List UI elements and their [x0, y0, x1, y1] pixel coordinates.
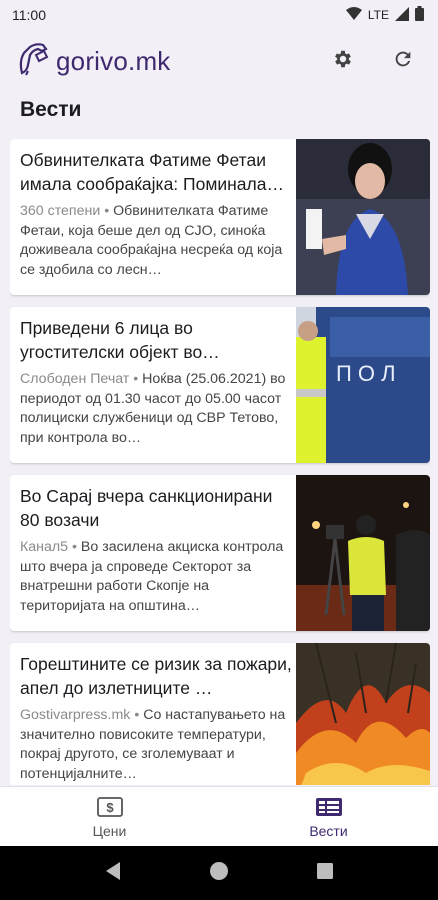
news-card-separator: • [100, 203, 114, 219]
system-navigation-bar [0, 846, 438, 900]
news-card-thumbnail [296, 475, 430, 631]
news-card-separator: • [129, 371, 143, 387]
network-type: LTE [367, 8, 389, 22]
refresh-button[interactable] [390, 48, 416, 74]
news-card[interactable]: Горештините се ризик за пожари, апел до … [10, 643, 430, 785]
app-bar-actions [330, 48, 424, 74]
status-icons: LTE [345, 6, 424, 24]
dollar-bill-icon: $ [96, 797, 123, 820]
news-card-text: Обвинителката Фатиме Фетаи имала сообраќ… [10, 139, 295, 295]
news-card-thumbnail [296, 139, 430, 295]
app-bar: gorivo.mk [0, 30, 438, 92]
nav-news-label: Вести [309, 823, 348, 839]
fuel-nozzle-logo-icon [16, 41, 52, 82]
svg-text:П О Л: П О Л [336, 361, 396, 386]
news-card-thumbnail: П О Л [296, 307, 430, 463]
news-card-text: Во Сарај вчера санкционирани 80 возачи К… [10, 475, 295, 631]
bottom-navigation: $ Цени Вести [0, 786, 438, 847]
news-card-text: Горештините се ризик за пожари, апел до … [10, 643, 295, 785]
recents-square-icon [316, 862, 334, 885]
news-feed[interactable]: Обвинителката Фатиме Фетаи имала сообраќ… [10, 139, 430, 785]
news-card-source: Канал5 [20, 539, 69, 555]
news-card-source: 360 степени [20, 203, 101, 219]
news-card[interactable]: Обвинителката Фатиме Фетаи имала сообраќ… [10, 139, 430, 295]
news-card-separator: • [68, 539, 81, 555]
brand: gorivo.mk [16, 41, 171, 82]
news-card-separator: • [130, 707, 144, 723]
news-card-title: Горештините се ризик за пожари, апел до … [20, 654, 292, 698]
nav-prices-label: Цени [92, 823, 127, 839]
recents-button[interactable] [310, 858, 340, 888]
gear-icon [332, 48, 354, 75]
news-card-text: Приведени 6 лица во угостителски објект … [10, 307, 295, 463]
back-button[interactable] [98, 858, 128, 888]
news-card-body: Слободен Печат • Ноќва (25.06.2021) во п… [20, 370, 295, 448]
news-card-title: Во Сарај вчера санкционирани 80 возачи [20, 486, 273, 530]
news-card-thumbnail [296, 643, 430, 785]
news-card-source: Gostivarpress.mk [20, 707, 131, 723]
news-card-source: Слободен Печат [20, 371, 130, 387]
back-triangle-icon [104, 861, 122, 886]
news-card-title: Обвинителката Фатиме Фетаи имала сообраќ… [20, 150, 284, 194]
svg-text:$: $ [106, 800, 114, 815]
home-button[interactable] [204, 858, 234, 888]
news-card[interactable]: Приведени 6 лица во угостителски објект … [10, 307, 430, 463]
settings-button[interactable] [330, 48, 356, 74]
news-card-body: 360 степени • Обвинителката Фатиме Фетаи… [20, 202, 295, 280]
page-title: Вести [20, 98, 82, 121]
news-card[interactable]: Во Сарај вчера санкционирани 80 возачи К… [10, 475, 430, 631]
news-card-body: Gostivarpress.mk • Со настапувањето на з… [20, 706, 295, 784]
status-bar: 11:00 LTE [0, 0, 438, 30]
nav-prices[interactable]: $ Цени [0, 787, 219, 847]
news-card-title: Приведени 6 лица во угостителски објект … [20, 318, 220, 362]
news-card-body: Канал5 • Во засилена акциска контрола шт… [20, 538, 295, 616]
nav-news[interactable]: Вести [219, 787, 438, 847]
wifi-icon [345, 6, 362, 24]
home-circle-icon [209, 861, 229, 886]
brand-name: gorivo.mk [56, 45, 171, 76]
news-card-date: Ноќва (25.06.2021) [142, 371, 267, 387]
status-time: 11:00 [12, 7, 46, 23]
refresh-icon [392, 48, 414, 75]
news-list-icon [315, 797, 343, 820]
signal-icon [395, 6, 409, 24]
battery-icon [415, 6, 424, 24]
